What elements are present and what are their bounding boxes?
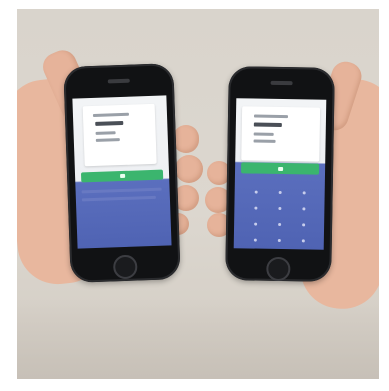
keypad-key[interactable] <box>302 223 306 227</box>
left-phone <box>63 63 181 283</box>
keypad-key[interactable] <box>253 238 257 242</box>
left-card-line-4 <box>95 138 120 142</box>
keypad-key[interactable] <box>278 206 282 211</box>
left-phone-home-button[interactable] <box>112 254 138 280</box>
left-card-line-3 <box>95 131 116 135</box>
left-screen-line-a <box>81 187 162 194</box>
right-phone-card <box>241 106 321 162</box>
right-phone-home-button[interactable] <box>266 256 291 282</box>
left-card-line-1 <box>92 112 130 117</box>
keypad-key[interactable] <box>278 190 282 195</box>
right-card-line-2 <box>253 122 282 128</box>
keypad-key[interactable] <box>254 206 258 210</box>
left-phone-green-button[interactable] <box>80 169 164 183</box>
left-phone-card <box>82 103 157 167</box>
right-phone-green-button[interactable] <box>241 162 320 175</box>
right-phone-screen <box>233 98 327 250</box>
left-green-button-icon <box>120 173 126 179</box>
right-card-line-4 <box>253 139 276 143</box>
right-card-line-3 <box>253 132 274 136</box>
right-phone <box>225 66 335 282</box>
left-phone-screen <box>72 95 172 249</box>
table-shadow <box>17 299 379 379</box>
right-card-line-1 <box>253 114 289 119</box>
right-phone-speaker <box>270 80 293 86</box>
right-green-button-icon <box>278 166 284 171</box>
left-card-line-2 <box>95 120 124 126</box>
keypad-key[interactable] <box>278 222 282 227</box>
keypad-key[interactable] <box>302 207 306 211</box>
left-hand-finger-1 <box>173 125 199 153</box>
keypad-key[interactable] <box>277 238 281 243</box>
keypad-key[interactable] <box>254 222 258 226</box>
left-hand-finger-2 <box>175 155 203 183</box>
keypad-key[interactable] <box>254 190 258 194</box>
keypad-key[interactable] <box>301 239 305 243</box>
photo <box>17 9 379 379</box>
left-phone-speaker <box>107 78 130 84</box>
left-screen-line-b <box>81 195 156 202</box>
keypad-key[interactable] <box>302 191 306 195</box>
right-phone-keypad <box>236 98 326 243</box>
